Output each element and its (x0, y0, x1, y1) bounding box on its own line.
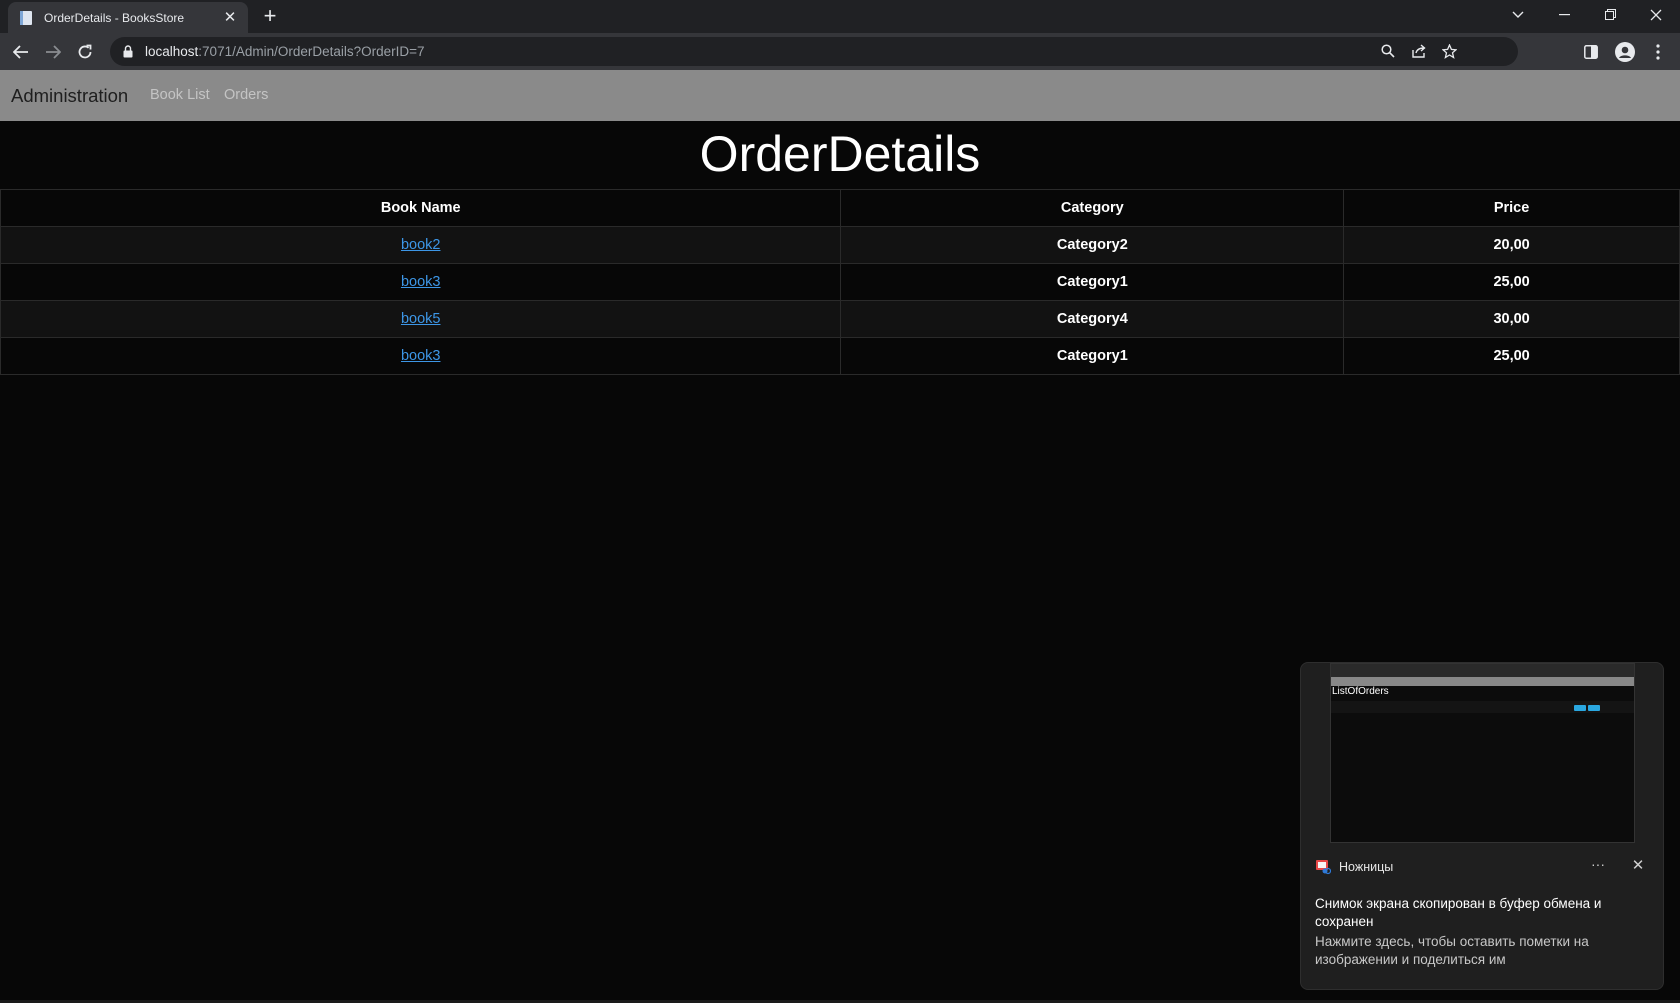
book-link[interactable]: book5 (401, 311, 441, 327)
book-link[interactable]: book3 (401, 274, 441, 290)
price-cell: 25,00 (1343, 337, 1680, 375)
page-title: OrderDetails (699, 126, 981, 182)
category-cell: Category2 (840, 226, 1345, 264)
address-bar[interactable]: localhost:7071/Admin/OrderDetails?OrderI… (110, 37, 1518, 66)
reload-icon[interactable] (72, 39, 98, 65)
table-row: book2 Category2 20,00 (0, 226, 1680, 264)
notification-app-name: Ножницы (1339, 860, 1394, 874)
close-window-icon[interactable] (1634, 0, 1678, 29)
nav-link-orders[interactable]: Orders (224, 87, 268, 103)
profile-avatar-icon[interactable] (1614, 41, 1636, 63)
url-host: localhost (145, 44, 199, 59)
table-row: book3 Category1 25,00 (0, 337, 1680, 375)
price-cell: 30,00 (1343, 300, 1680, 338)
bookmark-star-icon[interactable] (1439, 41, 1459, 61)
book-name-cell: book3 (0, 263, 842, 301)
book-name-cell: book2 (0, 226, 842, 264)
tab-title: OrderDetails - BooksStore (44, 10, 185, 25)
nav-link-book-list[interactable]: Book List (150, 87, 210, 103)
more-options-icon[interactable]: ··· (1586, 856, 1610, 876)
table-row: book5 Category4 30,00 (0, 300, 1680, 338)
price-cell: 20,00 (1343, 226, 1680, 264)
back-icon[interactable] (8, 39, 34, 65)
tab-close-icon[interactable]: ✕ (222, 9, 238, 26)
forward-icon[interactable] (40, 39, 66, 65)
snipping-notification[interactable]: ListOfOrders Ножницы ··· ✕ Снимок экрана… (1300, 662, 1664, 990)
notification-app-header: Ножницы (1315, 859, 1393, 875)
side-panel-icon[interactable] (1580, 41, 1602, 63)
restore-icon[interactable] (1588, 0, 1632, 29)
close-icon[interactable]: ✕ (1626, 854, 1650, 878)
category-cell: Category4 (840, 300, 1345, 338)
minimize-icon[interactable] (1542, 0, 1586, 29)
browser-tab-bar: OrderDetails - BooksStore ✕ + (0, 0, 1680, 33)
browser-toolbar: localhost:7071/Admin/OrderDetails?OrderI… (0, 33, 1680, 70)
thumbnail-button (1588, 705, 1600, 711)
url-text: localhost:7071/Admin/OrderDetails?OrderI… (145, 44, 425, 59)
screenshot-thumbnail[interactable]: ListOfOrders (1330, 663, 1635, 843)
table-header-row: Book Name Category Price (0, 189, 1680, 227)
page-favicon-icon (18, 10, 34, 26)
notification-title: Снимок экрана скопирован в буфер обмена … (1315, 896, 1602, 929)
new-tab-icon[interactable]: + (258, 5, 282, 29)
thumbnail-navbar (1331, 677, 1634, 686)
column-header-category: Category (840, 189, 1345, 227)
book-link[interactable]: book3 (401, 348, 441, 364)
zoom-icon[interactable] (1378, 41, 1398, 61)
lock-icon[interactable] (122, 45, 134, 59)
category-cell: Category1 (840, 263, 1345, 301)
table-row: book3 Category1 25,00 (0, 263, 1680, 301)
column-header-book-name: Book Name (0, 189, 842, 227)
tab-search-icon[interactable] (1496, 0, 1540, 29)
book-name-cell: book5 (0, 300, 842, 338)
navbar-brand[interactable]: Administration (11, 85, 128, 107)
browser-tab[interactable]: OrderDetails - BooksStore ✕ (8, 2, 248, 33)
thumbnail-browser-bar (1331, 664, 1634, 677)
order-details-table: Book Name Category Price book2 Category2… (0, 189, 1680, 375)
admin-navbar: Administration Book List Orders (0, 70, 1680, 121)
category-cell: Category1 (840, 337, 1345, 375)
share-icon[interactable] (1409, 41, 1429, 61)
book-link[interactable]: book2 (401, 237, 441, 253)
book-name-cell: book3 (0, 337, 842, 375)
thumbnail-page-title: ListOfOrders (1332, 686, 1389, 697)
column-header-price: Price (1343, 189, 1680, 227)
price-cell: 25,00 (1343, 263, 1680, 301)
url-path: :7071/Admin/OrderDetails?OrderID=7 (198, 44, 425, 59)
notification-body: Нажмите здесь, чтобы оставить пометки на… (1315, 934, 1589, 967)
thumbnail-button (1574, 705, 1586, 711)
snipping-tool-icon (1316, 860, 1331, 875)
browser-menu-icon[interactable] (1647, 41, 1669, 63)
